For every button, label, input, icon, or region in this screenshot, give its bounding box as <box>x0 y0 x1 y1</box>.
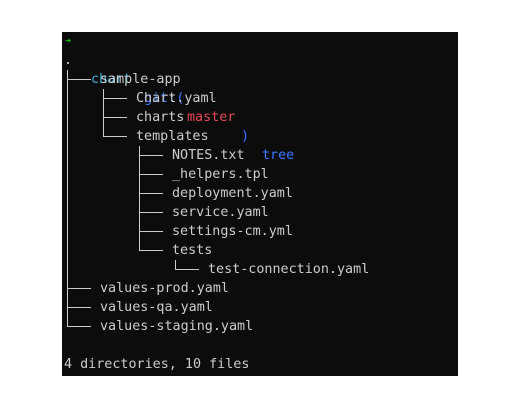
terminal-window[interactable]: ➜ chart git:( master ) tree . sample-app… <box>62 32 458 376</box>
tree-item-values-staging: values-staging.yaml <box>100 319 254 334</box>
tree-summary: 4 directories, 10 files <box>64 357 250 372</box>
tree-item-templates: templates <box>136 129 209 144</box>
tree-item-sample-app: sample-app <box>100 72 181 87</box>
tree-item-deployment: deployment.yaml <box>172 186 293 201</box>
tree-item-helpers: _helpers.tpl <box>172 167 269 182</box>
tree-item-service: service.yaml <box>172 205 269 220</box>
tree-item-chart-yaml: Chart.yaml <box>136 91 217 106</box>
tree-item-values-prod: values-prod.yaml <box>100 281 229 296</box>
tree-item-charts: charts <box>136 110 185 125</box>
tree-item-test-connection: test-connection.yaml <box>208 262 370 277</box>
tree-item-settings-cm: settings-cm.yml <box>172 224 293 239</box>
tree-item-tests: tests <box>172 243 213 258</box>
tree-item-values-qa: values-qa.yaml <box>100 300 213 315</box>
tree-item-notes: NOTES.txt <box>172 148 245 163</box>
